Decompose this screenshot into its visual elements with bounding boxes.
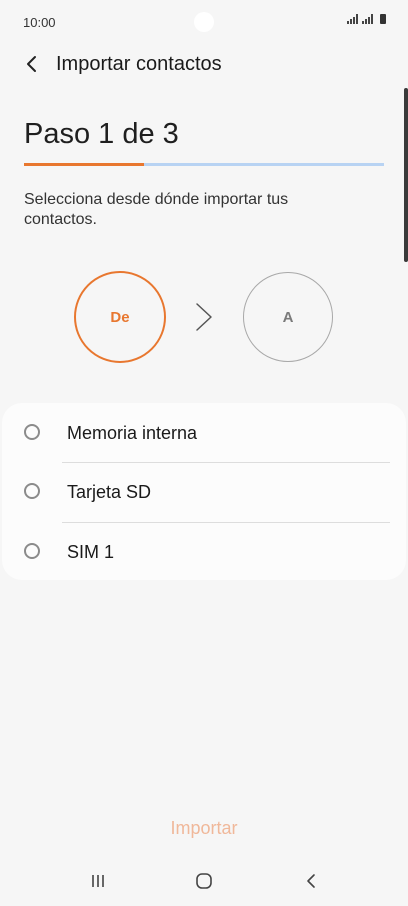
source-step-circle: De xyxy=(74,271,166,363)
home-icon xyxy=(196,873,212,889)
radio-button[interactable] xyxy=(24,543,40,559)
source-options-list: Memoria interna Tarjeta SD SIM 1 xyxy=(2,403,406,580)
import-button[interactable]: Importar xyxy=(0,818,408,846)
navigation-bar xyxy=(0,856,408,906)
back-icon xyxy=(307,874,315,888)
option-sim-1[interactable]: SIM 1 xyxy=(2,523,406,582)
recents-button[interactable] xyxy=(78,866,118,896)
radio-button[interactable] xyxy=(24,424,40,440)
step-title: Paso 1 de 3 xyxy=(24,118,179,150)
status-bar: 10:00 xyxy=(0,0,408,44)
option-label: Tarjeta SD xyxy=(67,482,152,502)
option-label: SIM 1 xyxy=(67,542,115,562)
destination-step-circle: A xyxy=(243,272,333,362)
status-icons xyxy=(347,14,386,24)
option-memoria-interna[interactable]: Memoria interna xyxy=(2,404,406,463)
recents-icon xyxy=(92,875,104,887)
destination-step-label: A xyxy=(282,308,294,326)
chevron-left-icon xyxy=(27,56,36,72)
back-button[interactable] xyxy=(18,50,46,78)
status-time: 10:00 xyxy=(23,15,56,30)
step-progress-bar xyxy=(24,163,384,166)
signal-icon xyxy=(362,14,373,24)
step-progress-fill xyxy=(24,163,144,166)
chevron-right-icon xyxy=(196,303,212,331)
back-nav-button[interactable] xyxy=(291,866,331,896)
source-step-label: De xyxy=(110,308,130,326)
signal-icon xyxy=(347,14,358,24)
option-label: Memoria interna xyxy=(67,423,198,443)
option-tarjeta-sd[interactable]: Tarjeta SD xyxy=(2,463,406,522)
instruction-text: Selecciona desde dónde importar tus cont… xyxy=(24,191,289,228)
camera-cutout xyxy=(194,12,214,32)
home-button[interactable] xyxy=(184,866,224,896)
scroll-indicator xyxy=(404,88,408,262)
battery-icon xyxy=(380,14,386,24)
page-title: Importar contactos xyxy=(56,53,222,75)
radio-button[interactable] xyxy=(24,483,40,499)
app-bar: Importar contactos xyxy=(0,44,408,84)
